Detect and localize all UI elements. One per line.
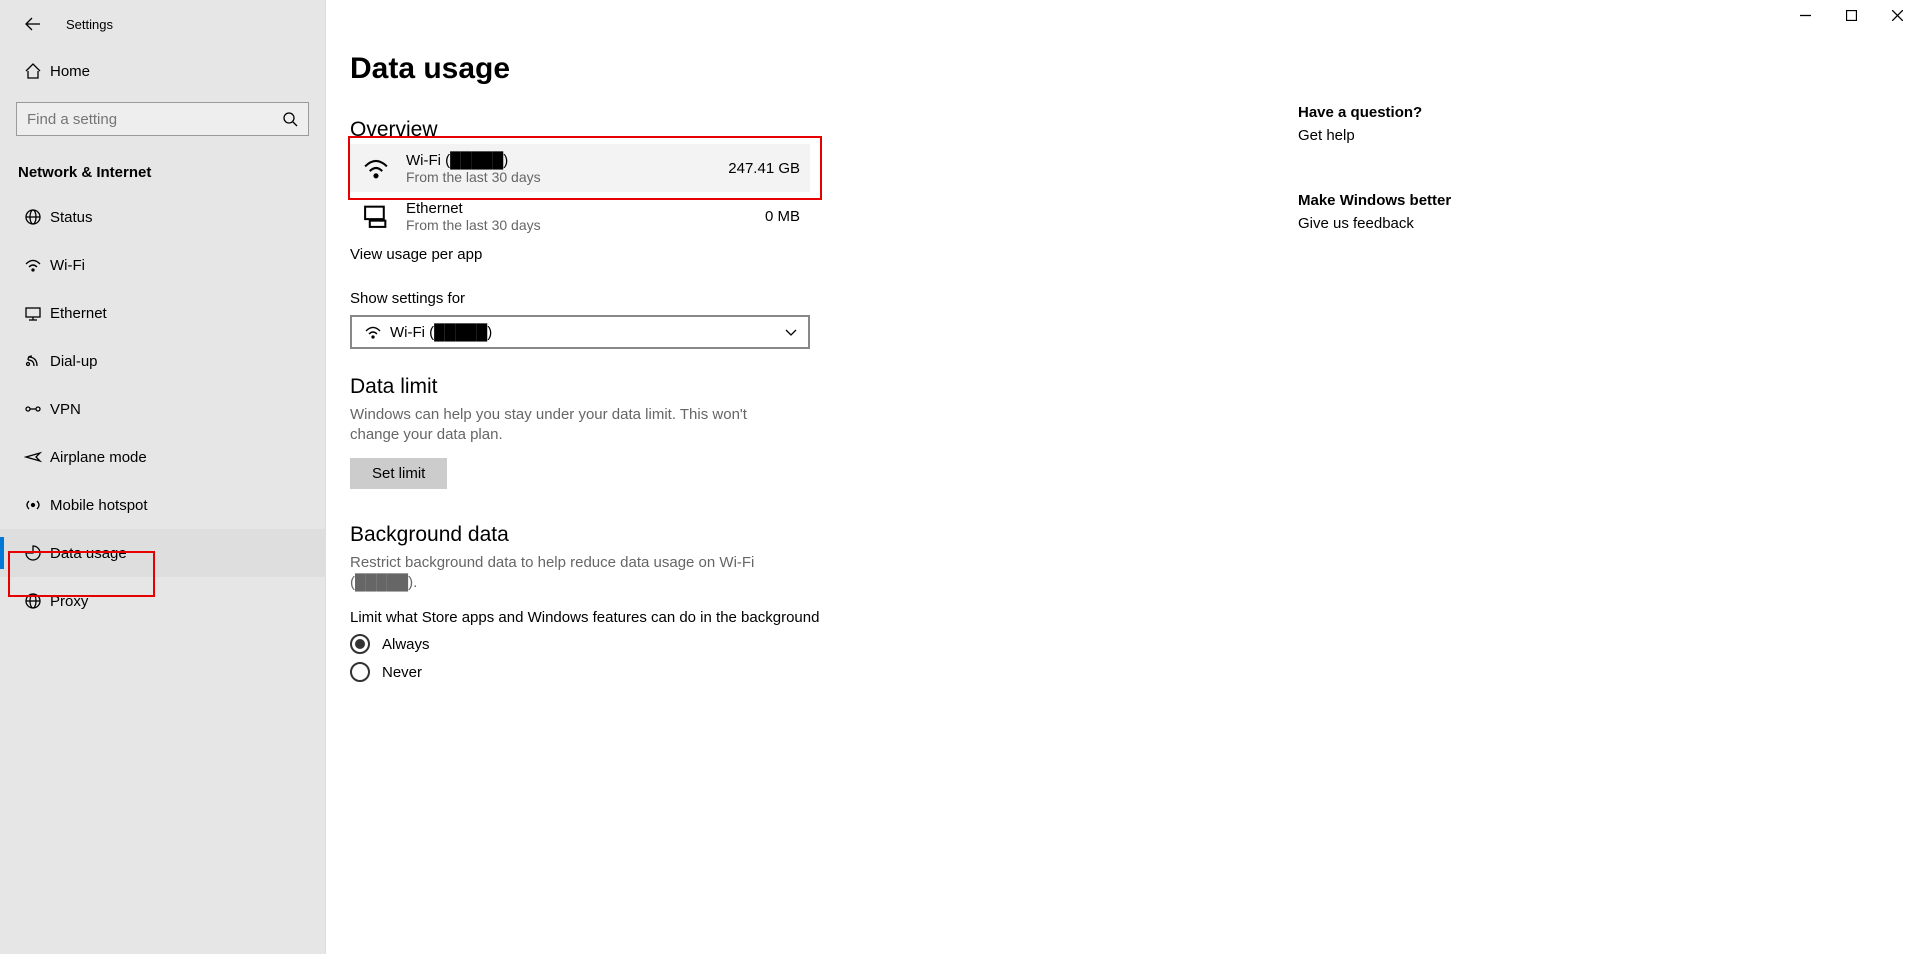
sidebar-category: Network & Internet (18, 164, 325, 181)
bg-radio-always[interactable]: Always (350, 634, 1170, 654)
proxy-icon (18, 592, 48, 610)
globe-icon (18, 208, 48, 226)
data-usage-icon (18, 544, 48, 562)
sidebar-item-ethernet[interactable]: Ethernet (0, 289, 325, 337)
window-minimize-button[interactable] (1782, 0, 1828, 30)
sidebar-item-label: Ethernet (50, 305, 107, 322)
hotspot-icon (18, 496, 48, 514)
sidebar-item-proxy[interactable]: Proxy (0, 577, 325, 625)
window-maximize-button[interactable] (1828, 0, 1874, 30)
set-limit-button[interactable]: Set limit (350, 458, 447, 489)
sidebar-item-label: Mobile hotspot (50, 497, 148, 514)
show-settings-label: Show settings for (350, 290, 1170, 307)
search-icon (282, 111, 298, 127)
sidebar-item-wifi[interactable]: Wi-Fi (0, 241, 325, 289)
main-content: Data usage Overview Wi-Fi (█████) From t… (350, 52, 1170, 682)
chevron-down-icon (784, 325, 798, 339)
back-button[interactable] (18, 9, 48, 39)
radio-icon (350, 634, 370, 654)
sidebar-item-label: Dial-up (50, 353, 98, 370)
wifi-icon (362, 323, 384, 341)
window-title: Settings (66, 17, 113, 32)
overview-sub: From the last 30 days (406, 169, 728, 185)
airplane-icon (18, 448, 48, 466)
get-help-link[interactable]: Get help (1298, 127, 1598, 144)
dialup-icon (18, 352, 48, 370)
data-limit-heading: Data limit (350, 375, 1170, 399)
radio-label: Never (382, 664, 422, 681)
settings-search[interactable] (16, 102, 309, 136)
overview-row-wifi[interactable]: Wi-Fi (█████) From the last 30 days 247.… (350, 144, 810, 192)
radio-label: Always (382, 636, 430, 653)
sidebar-item-status[interactable]: Status (0, 193, 325, 241)
ethernet-icon (18, 304, 48, 322)
give-feedback-link[interactable]: Give us feedback (1298, 215, 1598, 232)
vpn-icon (18, 400, 48, 418)
bg-radio-never[interactable]: Never (350, 662, 1170, 682)
background-data-desc: Restrict background data to help reduce … (350, 553, 790, 594)
make-windows-better-heading: Make Windows better (1298, 192, 1598, 209)
overview-heading: Overview (350, 118, 1170, 142)
view-usage-per-app-link[interactable]: View usage per app (350, 246, 482, 263)
search-input[interactable] (27, 111, 282, 128)
overview-row-ethernet[interactable]: Ethernet From the last 30 days 0 MB (350, 192, 810, 240)
data-limit-desc: Windows can help you stay under your dat… (350, 405, 790, 446)
sidebar-home-label: Home (50, 63, 90, 80)
have-a-question-heading: Have a question? (1298, 104, 1598, 121)
overview-amount: 0 MB (765, 208, 800, 225)
sidebar-item-label: Airplane mode (50, 449, 147, 466)
sidebar-item-label: Data usage (50, 545, 127, 562)
overview-name: Ethernet (406, 200, 765, 217)
sidebar-item-dialup[interactable]: Dial-up (0, 337, 325, 385)
combobox-value: Wi-Fi (█████) (390, 324, 784, 341)
window-close-button[interactable] (1874, 0, 1920, 30)
background-limit-label: Limit what Store apps and Windows featur… (350, 609, 1170, 626)
show-settings-combobox[interactable]: Wi-Fi (█████) (350, 315, 810, 349)
sidebar-item-label: VPN (50, 401, 81, 418)
sidebar-home[interactable]: Home (0, 48, 325, 94)
wifi-icon (18, 256, 48, 274)
overview-amount: 247.41 GB (728, 160, 800, 177)
wifi-icon (358, 150, 394, 186)
sidebar-item-label: Status (50, 209, 93, 226)
sidebar-item-label: Wi-Fi (50, 257, 85, 274)
ethernet-icon (358, 198, 394, 234)
sidebar-item-vpn[interactable]: VPN (0, 385, 325, 433)
sidebar-item-hotspot[interactable]: Mobile hotspot (0, 481, 325, 529)
radio-icon (350, 662, 370, 682)
help-panel: Have a question? Get help Make Windows b… (1298, 104, 1598, 232)
background-data-heading: Background data (350, 523, 1170, 547)
sidebar-item-data-usage[interactable]: Data usage (0, 529, 325, 577)
settings-sidebar: Settings Home Network & Internet Status … (0, 0, 326, 954)
home-icon (18, 62, 48, 80)
overview-sub: From the last 30 days (406, 217, 765, 233)
sidebar-item-label: Proxy (50, 593, 88, 610)
sidebar-item-airplane[interactable]: Airplane mode (0, 433, 325, 481)
page-title: Data usage (350, 52, 1170, 86)
overview-name: Wi-Fi (█████) (406, 152, 728, 169)
